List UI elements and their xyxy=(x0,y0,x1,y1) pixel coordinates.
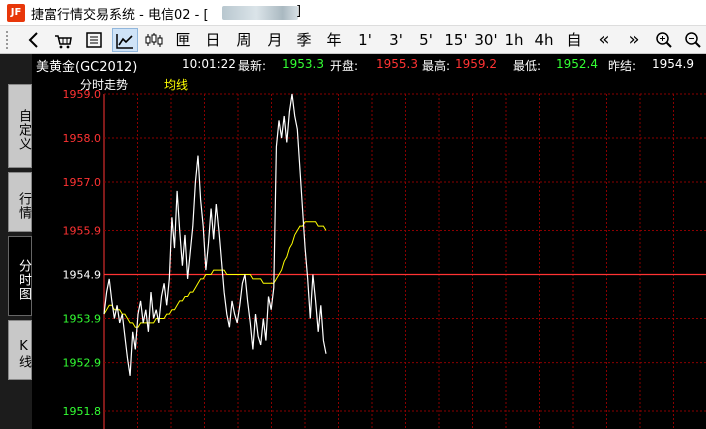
y-tick-label: 1952.9 xyxy=(63,357,102,370)
candlestick-icon xyxy=(145,33,163,47)
y-tick-label: 1958.0 xyxy=(63,132,102,145)
table-icon xyxy=(86,32,102,48)
timeshare-chart[interactable]: 分时走势 均线 1959.01958.01957.01955.91954.919… xyxy=(32,75,706,429)
latest-label: 最新: xyxy=(238,59,267,73)
quote-list-button[interactable] xyxy=(82,28,106,52)
period-15min-button[interactable]: 15' xyxy=(443,28,469,52)
toolbar-item-p1[interactable]: 匣 xyxy=(172,28,194,52)
high-label: 最高: xyxy=(422,59,451,73)
zoom-out-icon xyxy=(685,32,701,48)
zoom-in-button[interactable] xyxy=(652,28,676,52)
y-tick-label: 1955.9 xyxy=(63,224,102,237)
title-bar: JF 捷富行情交易系统 - 电信02 - [ ] xyxy=(0,0,706,26)
prev-settle-label: 昨结: xyxy=(608,59,637,73)
latest-value: 1953.3 xyxy=(282,57,324,71)
y-axis-ticks: 1959.0 1958.0 1957.0 1955.9 1954.9 1953.9 1952… xyxy=(63,88,102,418)
low-label: 最低: xyxy=(513,59,542,73)
legend-avg-line: 均线 xyxy=(164,78,188,92)
tab-kline[interactable]: K线 xyxy=(8,320,32,380)
app-logo: JF xyxy=(7,4,25,22)
y-tick-label: 1954.9 xyxy=(63,269,102,282)
scroll-right-button[interactable]: » xyxy=(623,28,645,52)
scroll-left-button[interactable]: « xyxy=(593,28,615,52)
instrument-name: 美黄金(GC2012) xyxy=(36,60,138,75)
prev-settle-value: 1954.9 xyxy=(652,57,694,71)
tab-quotes[interactable]: 行情 xyxy=(8,172,32,232)
tab-timeshare[interactable]: 分时图 xyxy=(8,236,32,316)
y-tick-label: 1953.9 xyxy=(63,313,102,326)
period-1min-button[interactable]: 1' xyxy=(354,28,376,52)
period-year-button[interactable]: 年 xyxy=(323,28,345,52)
y-tick-label: 1959.0 xyxy=(63,88,102,101)
period-4h-button[interactable]: 4h xyxy=(532,28,556,52)
period-month-button[interactable]: 月 xyxy=(264,28,286,52)
open-label: 开盘: xyxy=(330,59,359,73)
basket-button[interactable] xyxy=(50,28,76,52)
kline-chart-button[interactable] xyxy=(142,28,166,52)
toolbar: 匣 日 周 月 季 年 1' 3' 5' 15' 30' 1h 4h 自 « » xyxy=(0,26,706,54)
y-tick-label: 1957.0 xyxy=(63,176,102,189)
sidebar: 自定义 行情 分时图 K线 xyxy=(0,54,32,429)
redacted-title-segment xyxy=(222,6,298,20)
high-value: 1959.2 xyxy=(455,57,497,71)
zoom-out-button[interactable] xyxy=(681,28,705,52)
window-title: 捷富行情交易系统 - 电信02 - [ xyxy=(31,8,209,23)
period-day-button[interactable]: 日 xyxy=(202,28,224,52)
zoom-in-icon xyxy=(656,32,672,48)
window-title-tail: ] xyxy=(296,4,302,19)
period-season-button[interactable]: 季 xyxy=(293,28,315,52)
period-30min-button[interactable]: 30' xyxy=(473,28,499,52)
back-button[interactable] xyxy=(22,28,46,52)
tab-custom[interactable]: 自定义 xyxy=(8,84,32,168)
line-chart-icon xyxy=(116,34,133,49)
quote-bar: 美黄金(GC2012) 10:01:22 最新: 1953.3 开盘: 1955… xyxy=(32,54,706,75)
toolbar-grip[interactable] xyxy=(6,31,10,49)
period-week-button[interactable]: 周 xyxy=(233,28,255,52)
back-arrow-icon xyxy=(28,32,38,48)
chart-grid xyxy=(103,93,706,429)
basket-icon xyxy=(55,35,72,49)
period-1h-button[interactable]: 1h xyxy=(503,28,525,52)
low-value: 1952.4 xyxy=(556,57,598,71)
open-value: 1955.3 xyxy=(376,57,418,71)
period-custom-button[interactable]: 自 xyxy=(562,28,586,52)
y-tick-label: 1951.8 xyxy=(63,405,102,418)
period-3min-button[interactable]: 3' xyxy=(385,28,407,52)
timeshare-chart-button[interactable] xyxy=(112,28,138,52)
period-5min-button[interactable]: 5' xyxy=(415,28,437,52)
quote-time: 10:01:22 xyxy=(182,57,236,71)
